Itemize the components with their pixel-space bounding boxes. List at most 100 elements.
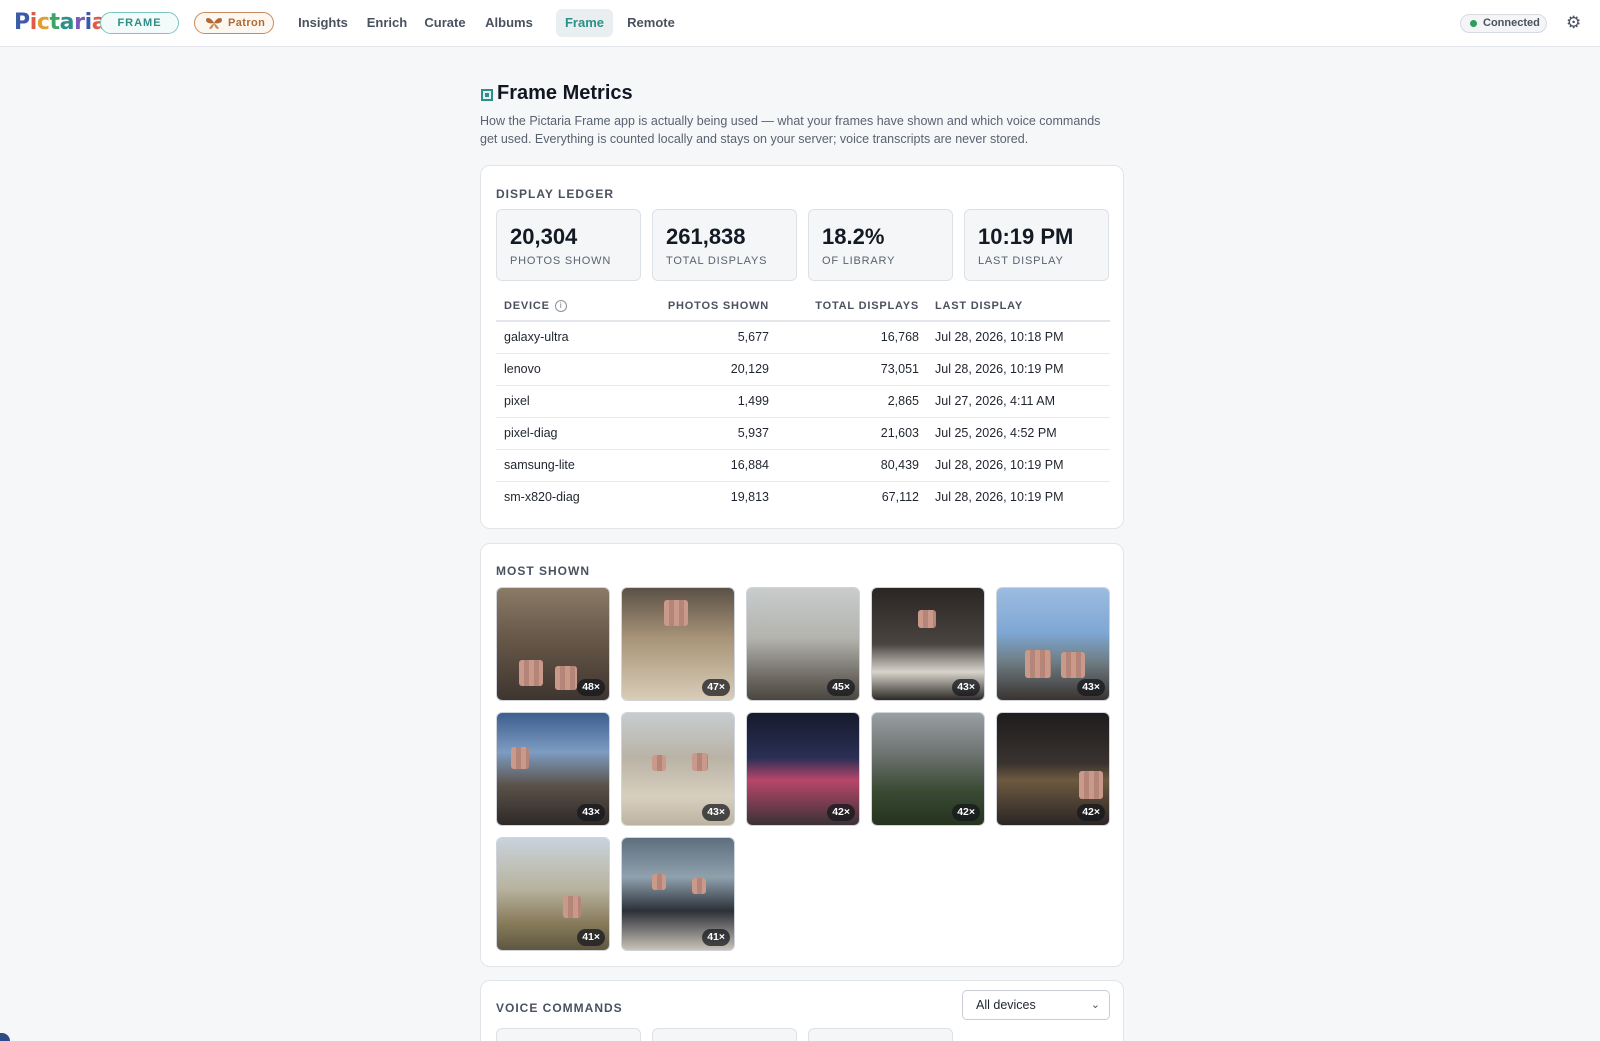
gear-icon[interactable]: ⚙ [1566,14,1581,32]
nav-remote[interactable]: Remote [621,9,681,37]
stat-label: PHOTOS SHOWN [510,255,612,267]
most-shown-photo-grid: 48× 47× 45× 43× 43× 43× 43× 42× 42× 42× 41× 41× [496,587,1110,951]
status-dot-icon [1470,20,1477,27]
butterfly-icon [206,18,222,29]
display-ledger-heading: DISPLAY LEDGER [496,187,615,201]
stat-photos-shown: 20,304 PHOTOS SHOWN [496,209,641,281]
device-ledger-table: DEVICE i PHOTOS SHOWN TOTAL DISPLAYS LAST… [496,291,1110,513]
blurred-face [519,660,543,686]
blurred-face [555,666,577,690]
table-row: pixel 1,499 2,865 Jul 27, 2026, 4:11 AM [496,385,1110,418]
display-count-badge: 42× [952,804,980,821]
display-count-badge: 41× [702,929,730,946]
display-count-badge: 43× [577,804,605,821]
blurred-face [511,747,529,769]
nav-curate[interactable]: Curate [419,9,471,37]
stat-last-display: 10:19 PM LAST DISPLAY [964,209,1109,281]
photo-thumbnail[interactable]: 42× [996,712,1110,826]
voice-stat-card [652,1028,797,1041]
device-name-cell: sm-x820-diag [504,490,580,505]
display-count-badge: 48× [577,679,605,696]
display-count-badge: 43× [952,679,980,696]
patron-label: Patron [228,17,266,29]
blurred-face [1025,650,1051,678]
table-header-row: DEVICE i PHOTOS SHOWN TOTAL DISPLAYS LAST… [496,291,1110,322]
blurred-face [692,878,706,894]
nav-frame[interactable]: Frame [556,9,613,37]
blurred-face [664,600,688,626]
photo-thumbnail[interactable]: 43× [621,712,735,826]
logo-letter: i [29,10,38,35]
stat-value: 261,838 [666,224,746,249]
voice-stat-card [808,1028,953,1041]
logo-letter: r [74,10,85,35]
connection-status-label: Connected [1483,17,1540,29]
column-header-last-display: LAST DISPLAY [927,291,1110,322]
table-row: sm-x820-diag 19,813 67,112 Jul 28, 2026, 10… [496,481,1110,513]
photo-thumbnail[interactable]: 43× [496,712,610,826]
last-display-cell: Jul 27, 2026, 4:11 AM [927,385,1110,418]
nav-insights[interactable]: Insights [290,9,356,37]
photo-thumbnail[interactable]: 42× [871,712,985,826]
stat-value: 18.2% [822,224,885,249]
photos-shown-cell: 1,499 [637,385,777,418]
last-display-cell: Jul 28, 2026, 10:18 PM [927,321,1110,354]
display-count-badge: 47× [702,679,730,696]
total-displays-cell: 16,768 [777,321,927,354]
device-name-cell: pixel [496,385,637,418]
device-name-cell: lenovo [496,353,637,386]
display-count-badge: 42× [1077,804,1105,821]
photo-thumbnail[interactable]: 43× [996,587,1110,701]
photo-thumbnail[interactable]: 41× [621,837,735,951]
device-filter-select[interactable]: All devices ⌄ [962,990,1110,1020]
photos-shown-cell: 5,677 [637,321,777,354]
photo-thumbnail[interactable]: 45× [746,587,860,701]
most-shown-card: MOST SHOWN 48× 47× 45× 43× 43× 43× 43× 42× 42× 42… [480,543,1124,967]
last-display-cell: Jul 28, 2026, 10:19 PM [935,490,1064,505]
device-name-cell: pixel-diag [496,417,637,450]
column-header-total-displays: TOTAL DISPLAYS [777,291,927,322]
column-header-label: DEVICE [504,299,550,312]
blurred-face [1061,652,1085,678]
nav-albums[interactable]: Albums [480,9,538,37]
photo-thumbnail[interactable]: 43× [871,587,985,701]
most-shown-heading: MOST SHOWN [496,564,590,578]
photos-shown-cell: 16,884 [637,449,777,482]
last-display-cell: Jul 25, 2026, 4:52 PM [927,417,1110,450]
info-icon[interactable]: i [554,299,567,312]
total-displays-cell: 21,603 [777,417,927,450]
last-display-cell: Jul 28, 2026, 10:19 PM [927,353,1110,386]
table-row: galaxy-ultra 5,677 16,768 Jul 28, 2026, 10:… [496,321,1110,354]
display-count-badge: 42× [827,804,855,821]
photo-thumbnail[interactable]: 48× [496,587,610,701]
photo-thumbnail[interactable]: 41× [496,837,610,951]
total-displays-cell: 73,051 [777,353,927,386]
corner-decoration [0,1033,10,1041]
stat-total-displays: 261,838 TOTAL DISPLAYS [652,209,797,281]
last-display-cell: Jul 28, 2026, 10:19 PM [927,449,1110,482]
pictaria-logo[interactable]: Pictaria [14,9,107,37]
blurred-face [652,874,666,890]
photo-thumbnail[interactable]: 47× [621,587,735,701]
display-count-badge: 43× [702,804,730,821]
blurred-face [692,753,708,771]
stat-of-library: 18.2% OF LIBRARY [808,209,953,281]
photos-shown-cell: 5,937 [637,417,777,450]
blurred-face [652,755,666,771]
photo-thumbnail[interactable]: 42× [746,712,860,826]
display-ledger-card: DISPLAY LEDGER 20,304 PHOTOS SHOWN 261,8… [480,165,1124,529]
page-title: Frame Metrics [497,82,633,104]
stat-label: LAST DISPLAY [978,255,1064,267]
patron-badge[interactable]: Patron [194,12,274,34]
table-row: samsung-lite 16,884 80,439 Jul 28, 2026, 10… [496,449,1110,482]
device-name-cell: samsung-lite [496,449,637,482]
display-count-badge: 45× [827,679,855,696]
voice-commands-card: VOICE COMMANDS All devices ⌄ [480,980,1124,1041]
chevron-down-icon: ⌄ [1090,999,1100,1011]
voice-stat-card [496,1028,641,1041]
table-row: lenovo 20,129 73,051 Jul 28, 2026, 10:19 PM [496,353,1110,386]
column-header-device: DEVICE i [496,291,637,322]
nav-enrich[interactable]: Enrich [362,9,412,37]
logo-letter: i [84,10,93,35]
total-displays-cell: 2,865 [777,385,927,418]
